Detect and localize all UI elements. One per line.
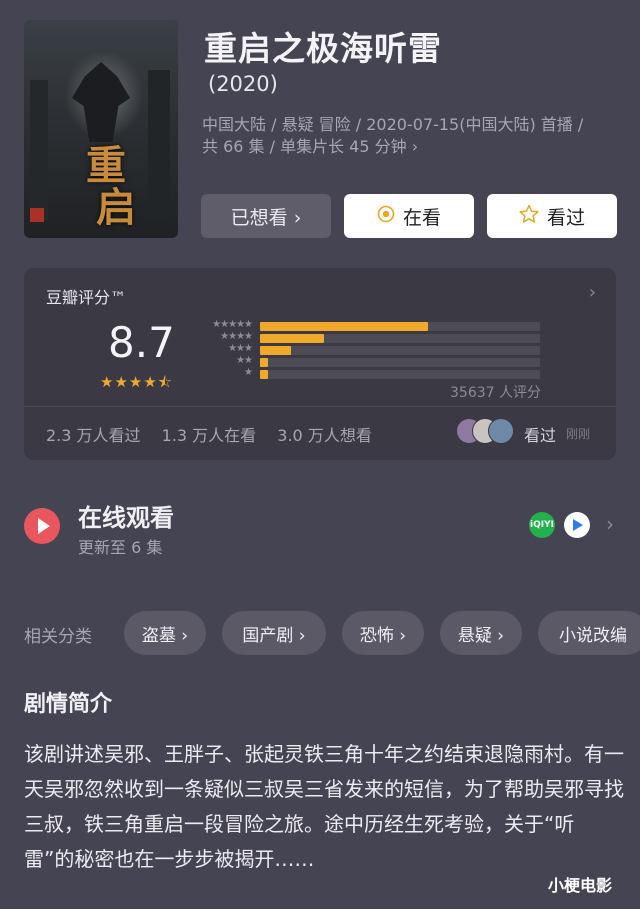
meta-line-2: 共 66 集 / 单集片长 45 分钟 › bbox=[202, 137, 419, 156]
watching-label: 在看 bbox=[402, 206, 441, 229]
rating-stars: ★★★★⯪ bbox=[100, 373, 173, 391]
rating-bar-fill bbox=[260, 358, 269, 367]
rating-bar-track bbox=[260, 322, 540, 331]
category-tag[interactable]: 恐怖 › bbox=[342, 611, 424, 655]
online-watch-row[interactable]: 在线观看 更新至 6 集 iQIYI › bbox=[0, 490, 640, 570]
chevron-right-icon[interactable]: › bbox=[606, 512, 614, 536]
watching-button[interactable]: 在看 bbox=[344, 194, 474, 238]
online-watch-subtitle: 更新至 6 集 bbox=[78, 538, 163, 557]
rating-bar-track bbox=[260, 346, 540, 355]
poster-title-char: 重 bbox=[86, 142, 126, 189]
bar-stars-label: ★★★★★ bbox=[212, 319, 253, 330]
rating-card[interactable]: 豆瓣评分™ › 8.7 ★★★★⯪ ★★★★★ ★★★★ ★★★ ★★ ★ 35… bbox=[24, 268, 616, 460]
divider bbox=[24, 406, 616, 407]
watermark: 小梗电影 bbox=[548, 876, 613, 895]
douban-rating-label: 豆瓣评分™ bbox=[46, 288, 127, 307]
watched-label: 看过 bbox=[546, 206, 585, 229]
related-categories-label: 相关分类 bbox=[24, 627, 92, 647]
poster-image[interactable]: 重 启 bbox=[24, 20, 178, 238]
bar-stars-label: ★ bbox=[244, 367, 253, 378]
show-meta[interactable]: 中国大陆 / 悬疑 冒险 / 2020-07-15(中国大陆) 首播 / 共 6… bbox=[202, 114, 622, 158]
rating-bar-fill bbox=[260, 334, 325, 343]
poster-pillar bbox=[30, 80, 48, 220]
bar-stars-label: ★★★★ bbox=[220, 331, 253, 342]
category-tag[interactable]: 小说改编 bbox=[538, 611, 640, 655]
poster-pillar bbox=[148, 70, 170, 220]
synopsis-text: 该剧讲述吴邪、王胖子、张起灵铁三角十年之约结束退隐雨村。有一天吴邪忽然收到一条疑… bbox=[24, 742, 624, 871]
chevron-right-icon[interactable]: › bbox=[589, 282, 596, 303]
want-count[interactable]: 3.0 万人想看 bbox=[277, 426, 372, 445]
bar-stars-label: ★★ bbox=[236, 355, 253, 366]
synopsis-title: 剧情简介 bbox=[24, 692, 113, 717]
rating-count: 35637 人评分 bbox=[450, 385, 541, 401]
meta-line-1: 中国大陆 / 悬疑 冒险 / 2020-07-15(中国大陆) 首播 / bbox=[202, 115, 584, 134]
rating-bar-fill bbox=[260, 322, 428, 331]
show-year: (2020) bbox=[208, 72, 278, 96]
rating-bar-row: ★ bbox=[198, 367, 540, 380]
want-to-watch-button[interactable]: 已想看 › bbox=[201, 194, 331, 238]
poster-title-char: 启 bbox=[96, 184, 136, 231]
category-tag[interactable]: 悬疑 › bbox=[440, 611, 522, 655]
rating-bar-track bbox=[260, 370, 540, 379]
category-tag[interactable]: 国产剧 › bbox=[222, 611, 326, 655]
star-icon bbox=[519, 204, 539, 229]
online-watch-title: 在线观看 bbox=[78, 504, 174, 532]
category-tag[interactable]: 盗墓 › bbox=[124, 611, 206, 655]
want-label: 已想看 › bbox=[230, 206, 302, 229]
rating-bar-track bbox=[260, 358, 540, 367]
target-icon bbox=[377, 205, 395, 228]
friends-action: 看过 bbox=[524, 426, 557, 445]
show-title: 重启之极海听雷 bbox=[204, 29, 442, 68]
watched-count[interactable]: 2.3 万人看过 bbox=[46, 426, 141, 445]
watched-button[interactable]: 看过 bbox=[487, 194, 617, 238]
avatar bbox=[488, 418, 514, 444]
rating-bar-fill bbox=[260, 370, 269, 379]
rating-bar-fill bbox=[260, 346, 291, 355]
bar-stars-label: ★★★ bbox=[228, 343, 253, 354]
friends-time: 刚刚 bbox=[566, 427, 591, 441]
rating-bar-track bbox=[260, 334, 540, 343]
youku-icon[interactable] bbox=[564, 512, 590, 538]
watching-count[interactable]: 1.3 万人在看 bbox=[162, 426, 257, 445]
poster-seal bbox=[30, 208, 44, 222]
iqiyi-icon[interactable]: iQIYI bbox=[529, 512, 555, 538]
rating-score: 8.7 bbox=[108, 318, 175, 367]
play-icon bbox=[24, 508, 60, 544]
watch-stats: 2.3 万人看过 1.3 万人在看 3.0 万人想看 bbox=[46, 422, 388, 446]
